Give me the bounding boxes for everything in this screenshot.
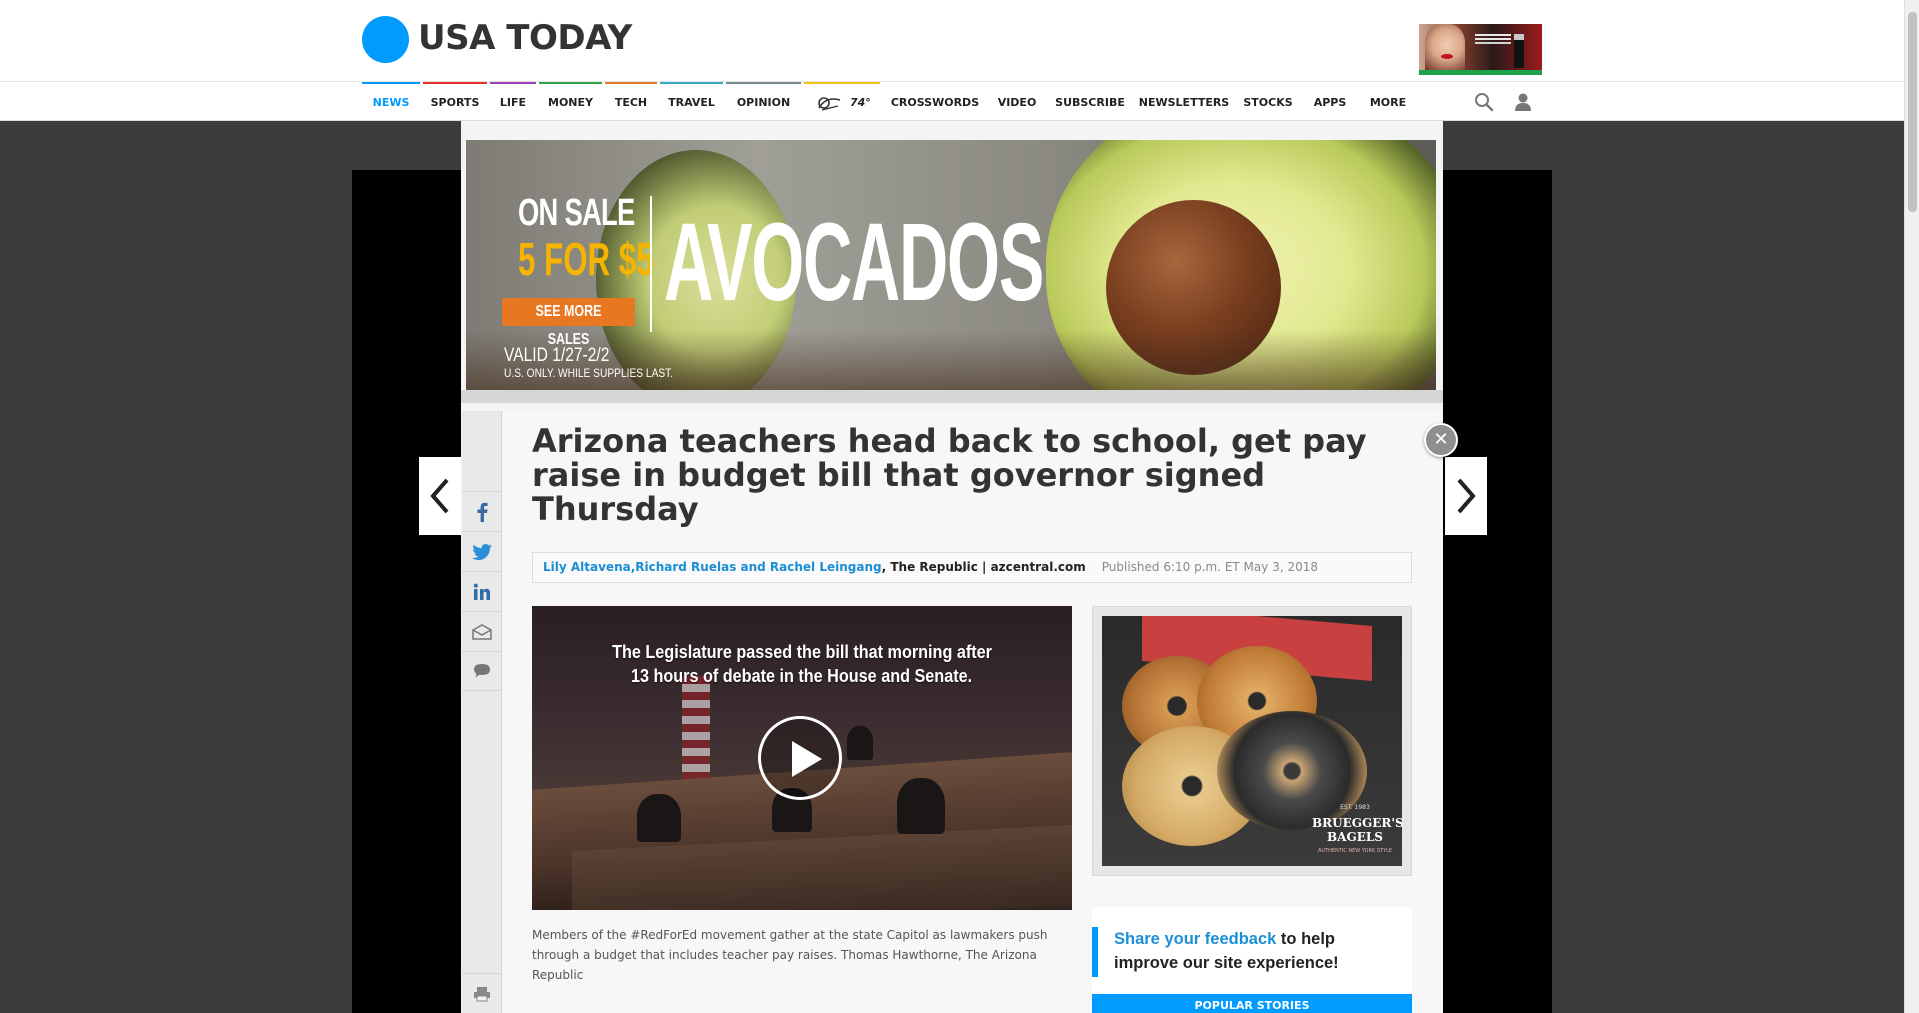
nav-item-weather[interactable]: 74° bbox=[804, 82, 880, 120]
scrollbar[interactable] bbox=[1904, 0, 1919, 1013]
next-arrow-button[interactable] bbox=[1445, 457, 1487, 535]
twitter-icon bbox=[471, 543, 492, 560]
ad-valid-dates: VALID 1/27-2/2 bbox=[504, 345, 610, 366]
nav-item-newsletters[interactable]: NEWSLETTERS bbox=[1136, 82, 1232, 120]
share-rail bbox=[462, 411, 502, 1013]
close-button[interactable]: ✕ bbox=[1424, 423, 1458, 457]
nav-item-opinion[interactable]: OPINION bbox=[726, 82, 801, 120]
byline-source: , The Republic | azcentral.com bbox=[881, 560, 1086, 574]
ad-fine-print: U.S. ONLY. WHILE SUPPLIES LAST. bbox=[504, 366, 674, 380]
ad-deal: 5 FOR $5 bbox=[518, 233, 654, 285]
prev-arrow-button[interactable] bbox=[419, 457, 461, 535]
video-player[interactable]: The Legislature passed the bill that mor… bbox=[532, 606, 1072, 910]
article-headline: Arizona teachers head back to school, ge… bbox=[532, 422, 1367, 528]
nav-item-sports[interactable]: SPORTS bbox=[423, 82, 487, 120]
nav-item-tech[interactable]: TECH bbox=[605, 82, 657, 120]
byline: Lily Altavena,Richard Ruelas and Rachel … bbox=[532, 552, 1412, 583]
logo-text[interactable]: USA TODAY bbox=[418, 18, 632, 58]
main-nav: NEWS SPORTS LIFE MONEY TECH TRAVEL OPINI… bbox=[0, 81, 1904, 121]
site-header: USA TODAY bbox=[0, 0, 1904, 81]
nav-item-news[interactable]: NEWS bbox=[362, 82, 420, 120]
nav-item-video[interactable]: VIDEO bbox=[990, 82, 1044, 120]
logo-dot[interactable] bbox=[362, 16, 409, 63]
nav-item-more[interactable]: MORE bbox=[1359, 82, 1417, 120]
nav-item-subscribe[interactable]: SUBSCRIBE bbox=[1047, 82, 1133, 120]
video-overlay-text: The Legislature passed the bill that mor… bbox=[612, 642, 992, 686]
bagel-ad-brand: BRUEGGER'S BAGELS bbox=[1312, 816, 1402, 844]
avocado-ad-banner[interactable]: ON SALE 5 FOR $5 SEE MORE SALES AVOCADOS… bbox=[466, 140, 1436, 390]
comment-button[interactable] bbox=[462, 651, 501, 691]
nav-item-crosswords[interactable]: CROSSWORDS bbox=[883, 82, 987, 120]
user-icon[interactable] bbox=[1514, 92, 1532, 112]
linkedin-icon bbox=[473, 583, 490, 600]
nav-item-travel[interactable]: TRAVEL bbox=[660, 82, 723, 120]
print-icon bbox=[473, 986, 490, 1001]
popular-stories-header[interactable]: POPULAR STORIES bbox=[1092, 994, 1412, 1013]
ad-separator bbox=[461, 390, 1443, 403]
nav-item-apps[interactable]: APPS bbox=[1304, 82, 1356, 120]
comment-icon bbox=[473, 664, 490, 678]
byline-authors[interactable]: Lily Altavena,Richard Ruelas and Rachel … bbox=[543, 560, 882, 574]
search-icon[interactable] bbox=[1474, 92, 1494, 112]
chevron-left-icon bbox=[430, 478, 449, 514]
share-twitter-button[interactable] bbox=[462, 531, 501, 571]
share-facebook-button[interactable] bbox=[462, 491, 501, 531]
nav-item-stocks[interactable]: STOCKS bbox=[1235, 82, 1301, 120]
ad-divider bbox=[650, 196, 652, 332]
bagel-ad[interactable]: EST. 1983 BRUEGGER'S BAGELS AUTHENTIC NE… bbox=[1102, 616, 1402, 866]
video-caption: Members of the #RedForEd movement gather… bbox=[532, 928, 1048, 982]
facebook-icon bbox=[477, 502, 488, 522]
share-feedback-link[interactable]: Share your feedback bbox=[1114, 930, 1276, 948]
nav-item-money[interactable]: MONEY bbox=[539, 82, 602, 120]
share-linkedin-button[interactable] bbox=[462, 571, 501, 611]
publish-date: Published 6:10 p.m. ET May 3, 2018 bbox=[1101, 560, 1318, 574]
weather-icon bbox=[818, 97, 841, 111]
ad-headline: AVOCADOS bbox=[664, 201, 1044, 324]
feedback-box: Share your feedback to help improve our … bbox=[1092, 907, 1412, 993]
share-email-button[interactable] bbox=[462, 611, 501, 651]
header-ad-banner[interactable] bbox=[1419, 24, 1542, 75]
side-ad-container: EST. 1983 BRUEGGER'S BAGELS AUTHENTIC NE… bbox=[1092, 606, 1412, 876]
print-button[interactable] bbox=[462, 973, 501, 1013]
nav-item-life[interactable]: LIFE bbox=[490, 82, 536, 120]
play-button[interactable] bbox=[758, 716, 842, 800]
scrollbar-thumb[interactable] bbox=[1908, 12, 1917, 212]
ad-see-more-sales-button[interactable]: SEE MORE SALES bbox=[502, 298, 635, 348]
ad-on-sale: ON SALE bbox=[518, 192, 635, 234]
chevron-right-icon bbox=[1457, 478, 1476, 514]
email-icon bbox=[471, 623, 492, 640]
